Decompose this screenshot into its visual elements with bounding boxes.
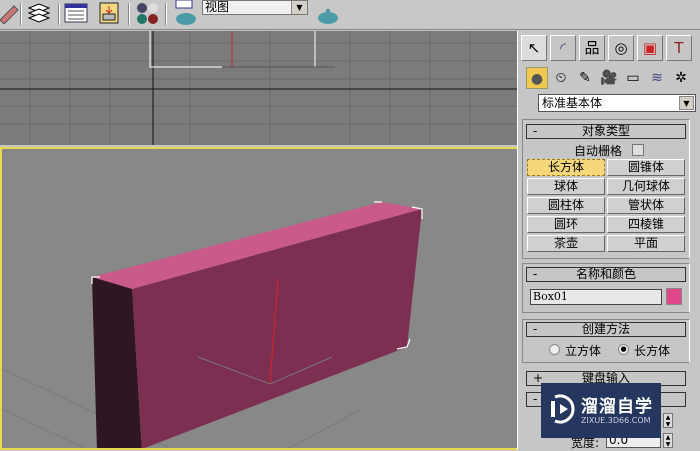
name-color-header[interactable]: - 名称和颜色 [526, 267, 686, 282]
object-name-input[interactable]: Box01 [530, 289, 662, 305]
creation-method-header[interactable]: - 创建方法 [526, 322, 686, 337]
modify-arc-icon: ◜ [560, 39, 566, 57]
lights-icon[interactable]: ✎ [574, 67, 596, 89]
geosphere-button[interactable]: 几何球体 [607, 178, 685, 195]
top-viewport[interactable] [0, 31, 517, 145]
render-type-value: 视图 [205, 0, 230, 14]
torus-button[interactable]: 圆环 [527, 216, 605, 233]
object-type-header[interactable]: - 对象类型 [526, 124, 686, 139]
box-radio-label: 长方体 [634, 344, 671, 358]
cube-radio-label: 立方体 [565, 344, 602, 358]
create-tab[interactable]: ↖ [521, 35, 547, 61]
helpers-icon[interactable]: ▭ [622, 67, 644, 89]
name-color-title: 名称和颜色 [575, 267, 636, 281]
hierarchy-tab[interactable]: 品 [579, 35, 605, 61]
track-view-icon[interactable] [64, 2, 88, 24]
watermark-url: ZIXUE.3D66.COM [581, 416, 651, 425]
sphere-button[interactable]: 球体 [527, 178, 605, 195]
quick-render-icon[interactable] [314, 2, 342, 30]
material-editor-icon[interactable] [135, 2, 159, 24]
hammer-icon: T [674, 39, 684, 57]
render-type-dropdown[interactable]: 视图 ▼ [202, 0, 308, 15]
systems-gear-icon[interactable]: ✲ [670, 67, 692, 89]
modify-tab[interactable]: ◜ [550, 35, 576, 61]
space-warps-icon[interactable]: ≋ [646, 67, 668, 89]
watermark: 溜溜自学 ZIXUE.3D66.COM [541, 383, 661, 438]
box-radio[interactable]: ● [618, 344, 629, 355]
shapes-icon[interactable]: ⏲ [550, 67, 572, 89]
motion-wheel-icon: ◎ [614, 39, 628, 57]
watermark-name: 溜溜自学 [581, 397, 653, 417]
category-value: 标准基本体 [542, 96, 603, 110]
display-tab[interactable]: ▣ [637, 35, 663, 61]
teapot-button[interactable]: 茶壶 [527, 235, 605, 252]
toolbar-separator [165, 3, 167, 25]
main-toolbar: 视图 ▼ [0, 0, 700, 30]
plane-button[interactable]: 平面 [607, 235, 685, 252]
utilities-tab[interactable]: T [666, 35, 692, 61]
cone-button[interactable]: 圆锥体 [607, 159, 685, 176]
schematic-icon[interactable] [98, 2, 122, 24]
chevron-down-icon[interactable]: ▼ [679, 96, 694, 110]
object-type-title: 对象类型 [581, 124, 630, 138]
cylinder-button[interactable]: 圆柱体 [527, 197, 605, 214]
toolbar-separator [20, 3, 22, 25]
pyramid-button[interactable]: 四棱锥 [607, 216, 685, 233]
category-dropdown[interactable]: 标准基本体 ▼ [538, 94, 696, 112]
render-scene-icon[interactable] [172, 0, 200, 28]
autogrid-label: 自动栅格 [574, 144, 623, 158]
create-cursor-icon: ↖ [527, 39, 541, 57]
length-spinner[interactable]: ▲ ▼ [663, 413, 673, 428]
chevron-down-icon[interactable]: ▼ [291, 1, 307, 14]
display-monitor-icon: ▣ [642, 39, 658, 57]
layers-icon[interactable] [27, 2, 51, 24]
creation-method-title: 创建方法 [581, 322, 630, 336]
motion-tab[interactable]: ◎ [608, 35, 634, 61]
cameras-icon[interactable]: 🎥 [598, 67, 620, 89]
perspective-viewport[interactable] [0, 147, 517, 450]
box-object[interactable] [91, 201, 423, 450]
watermark-play-logo [551, 394, 575, 424]
box-button[interactable]: 长方体 [527, 159, 605, 176]
width-spinner[interactable]: ▲ ▼ [663, 433, 673, 448]
tube-button[interactable]: 管状体 [607, 197, 685, 214]
object-color-swatch[interactable] [666, 288, 682, 305]
autogrid-checkbox[interactable] [632, 144, 644, 156]
geometry-sphere-icon[interactable]: ● [526, 67, 548, 89]
toolbar-separator [128, 3, 130, 25]
hierarchy-icon: 品 [584, 39, 600, 57]
cube-radio[interactable] [549, 344, 560, 355]
toolbar-separator [58, 3, 60, 25]
